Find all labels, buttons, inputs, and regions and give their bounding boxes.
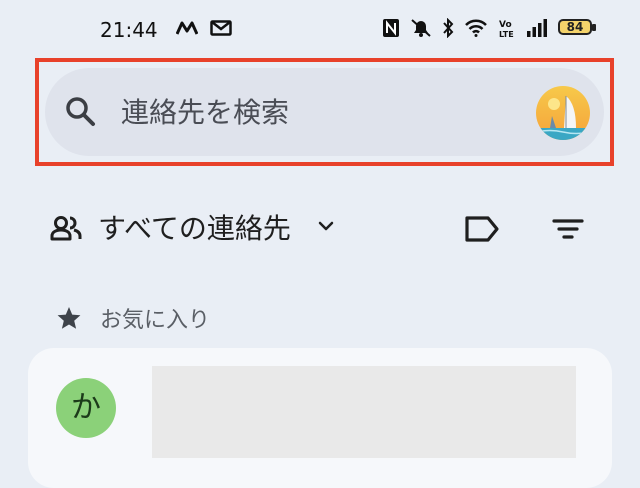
- chevron-down-icon[interactable]: [316, 218, 336, 238]
- star-icon: [56, 305, 82, 331]
- sort-icon[interactable]: [550, 212, 586, 250]
- search-icon[interactable]: [63, 94, 99, 130]
- svg-text:Vo: Vo: [499, 20, 512, 30]
- label-icon[interactable]: [462, 212, 502, 250]
- signal-icon: [526, 19, 548, 37]
- bluetooth-icon: [442, 18, 454, 38]
- battery-icon: 84: [558, 19, 598, 37]
- favorites-header: お気に入り: [56, 300, 210, 336]
- account-avatar[interactable]: [536, 86, 590, 140]
- volte-icon: Vo LTE: [498, 18, 516, 38]
- mute-icon: [410, 18, 432, 38]
- favorite-contact-card[interactable]: か: [28, 348, 612, 488]
- search-bar[interactable]: [45, 68, 604, 156]
- gmail-icon: [210, 20, 232, 36]
- contact-name-redacted: [152, 366, 576, 458]
- status-time: 21:44: [100, 18, 158, 42]
- people-icon: [50, 214, 82, 246]
- svg-text:LTE: LTE: [499, 30, 514, 38]
- status-bar: 21:44 Vo LTE 84: [0, 0, 640, 64]
- battery-level: 84: [566, 20, 584, 34]
- notification-icon: [176, 20, 198, 36]
- favorites-label: お気に入り: [100, 308, 211, 333]
- filter-row: すべての連絡先: [0, 200, 640, 260]
- contact-avatar[interactable]: か: [56, 378, 116, 438]
- filter-label[interactable]: すべての連絡先: [98, 210, 291, 248]
- status-right-icons: Vo LTE 84: [382, 18, 598, 38]
- search-input[interactable]: [121, 88, 511, 136]
- status-left-icons: [176, 20, 232, 36]
- wifi-icon: [464, 19, 488, 37]
- nfc-icon: [382, 18, 400, 38]
